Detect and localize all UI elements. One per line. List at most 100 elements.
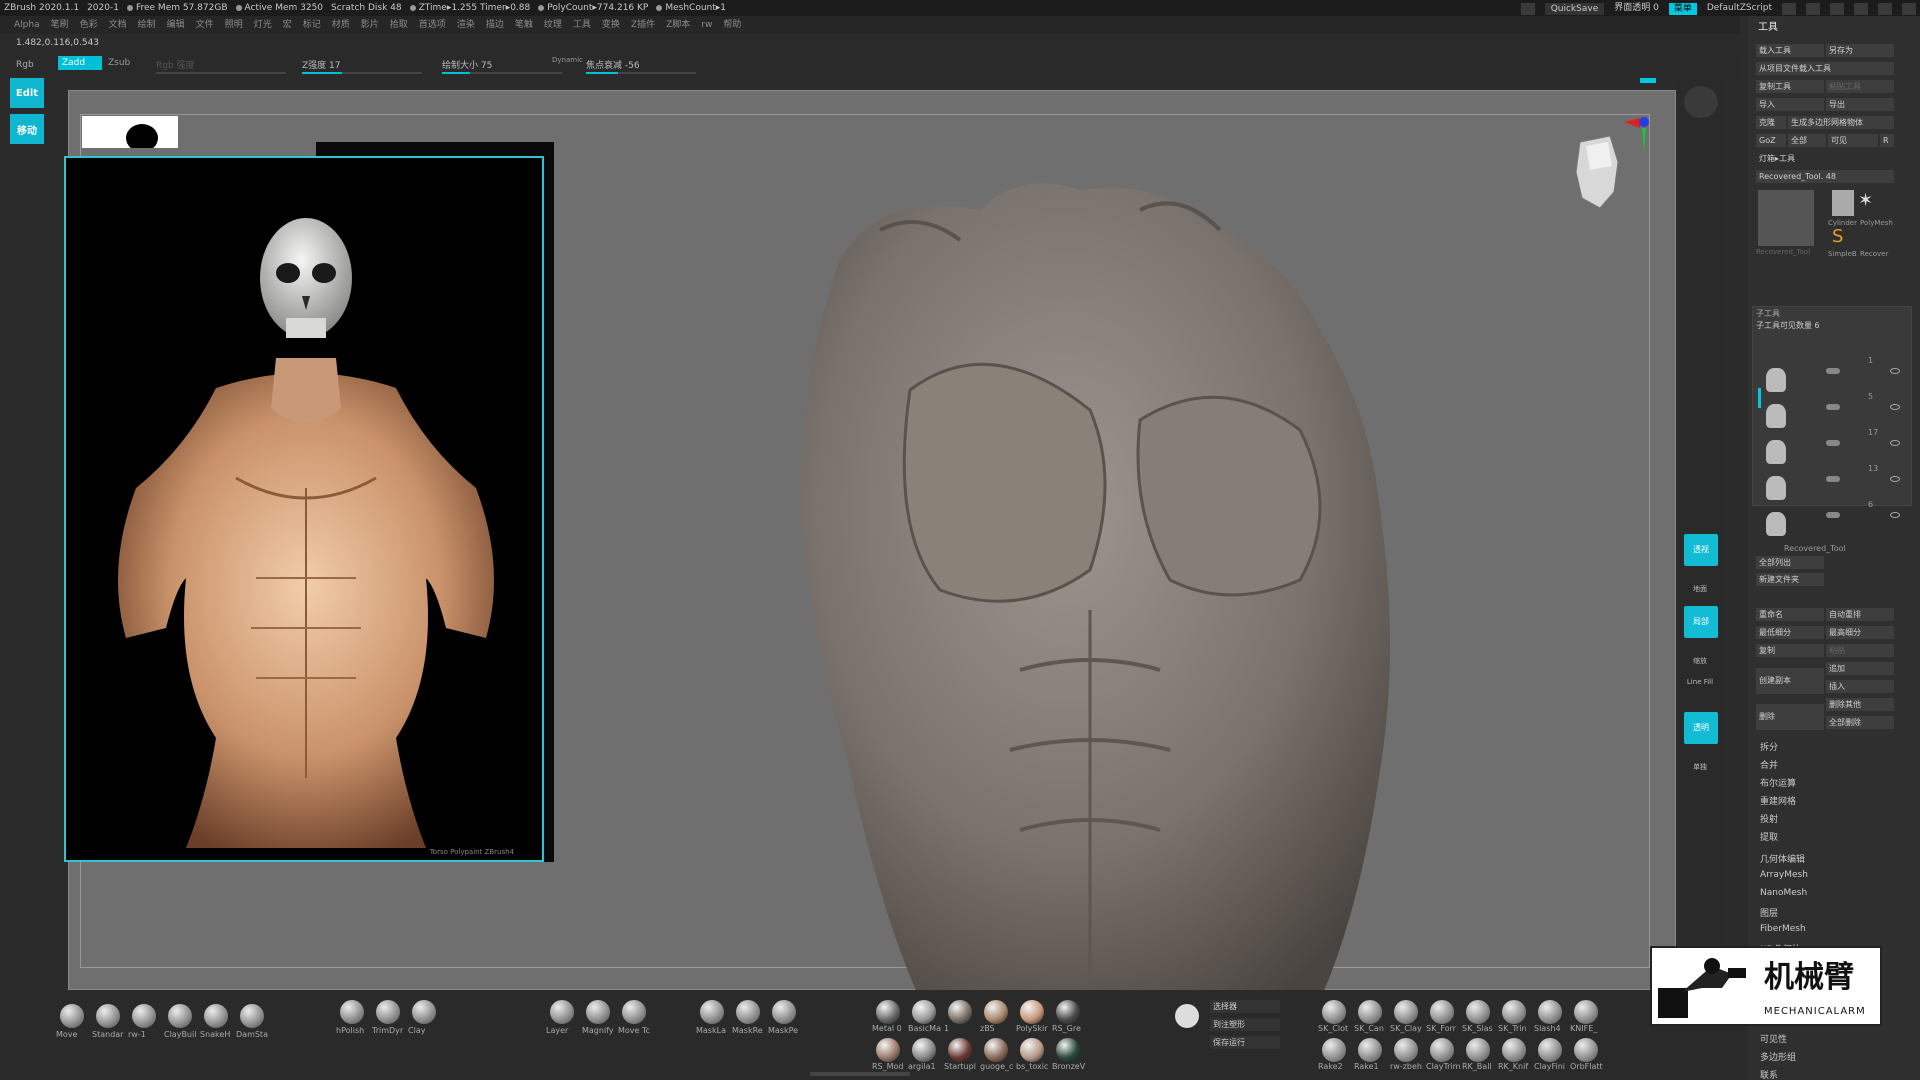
- lightbox-tools-button[interactable]: 灯箱▸工具: [1756, 152, 1894, 165]
- brush-icon[interactable]: [1394, 1000, 1418, 1024]
- brush-icon[interactable]: [1322, 1038, 1346, 1062]
- delete-other-button[interactable]: 删除其他: [1826, 698, 1894, 711]
- transparency-slider[interactable]: 界面透明 0: [1614, 0, 1659, 16]
- menu-item[interactable]: 材质: [332, 16, 350, 34]
- zsub-button[interactable]: Zsub: [108, 58, 130, 68]
- perspective-button[interactable]: 透视: [1684, 534, 1718, 566]
- export-button[interactable]: 导出: [1826, 98, 1894, 111]
- insert-button[interactable]: 插入: [1826, 680, 1894, 693]
- brush-icon[interactable]: [240, 1004, 264, 1028]
- shelf-scrollbar[interactable]: [810, 1072, 910, 1076]
- material-swatch[interactable]: [948, 1000, 972, 1024]
- eye-icon[interactable]: [1890, 476, 1900, 482]
- append-button[interactable]: 追加: [1826, 662, 1894, 675]
- brush-icon[interactable]: [736, 1000, 760, 1024]
- paste-button[interactable]: 粘贴: [1826, 644, 1894, 657]
- panel-menu-item[interactable]: ArrayMesh: [1760, 870, 1808, 880]
- transparency-button[interactable]: 透明: [1684, 712, 1718, 744]
- panel-menu-item[interactable]: 提取: [1760, 830, 1778, 843]
- rgb-toggle[interactable]: Rgb: [16, 60, 34, 70]
- brush-icon[interactable]: [1358, 1038, 1382, 1062]
- solo-button[interactable]: 单独: [1680, 762, 1720, 772]
- panel-menu-item[interactable]: 多边形组: [1760, 1050, 1796, 1063]
- paste-tool-button[interactable]: 粘贴工具: [1826, 80, 1894, 93]
- menu-item[interactable]: Alpha: [14, 16, 40, 34]
- close-icon[interactable]: [1902, 3, 1916, 15]
- linefill-button[interactable]: Line Fill: [1680, 678, 1720, 686]
- goz-r-button[interactable]: R: [1880, 134, 1894, 147]
- clone-button[interactable]: 克隆: [1756, 116, 1786, 129]
- panel-menu-item[interactable]: 布尔运算: [1760, 776, 1796, 789]
- default-zscript-button[interactable]: DefaultZScript: [1707, 0, 1772, 16]
- ac-icon[interactable]: [1520, 3, 1535, 15]
- maximize-icon[interactable]: [1878, 3, 1892, 15]
- menu-item[interactable]: 色彩: [80, 16, 98, 34]
- menu-item[interactable]: 拾取: [390, 16, 408, 34]
- brush-icon[interactable]: [132, 1004, 156, 1028]
- brush-icon[interactable]: [1322, 1000, 1346, 1024]
- current-tool-thumbnail[interactable]: [1758, 190, 1814, 246]
- material-swatch[interactable]: [1056, 1038, 1080, 1062]
- menu-item[interactable]: 渲染: [457, 16, 475, 34]
- subtool-toggle[interactable]: [1826, 476, 1840, 482]
- menu-item[interactable]: 宏: [283, 16, 292, 34]
- new-folder-button[interactable]: 新建文件夹: [1756, 573, 1824, 586]
- menu-item[interactable]: 纹理: [544, 16, 562, 34]
- brush-icon[interactable]: [1502, 1038, 1526, 1062]
- panel-menu-item[interactable]: 联系: [1760, 1068, 1778, 1080]
- shelf-option[interactable]: 到注塑形: [1210, 1018, 1280, 1031]
- copy-tool-button[interactable]: 复制工具: [1756, 80, 1824, 93]
- shelf-option[interactable]: 保存运行: [1210, 1036, 1280, 1049]
- brush-icon[interactable]: [412, 1000, 436, 1024]
- subtool-thumb[interactable]: [1766, 440, 1786, 464]
- zadd-button[interactable]: Zadd: [58, 56, 102, 70]
- menu-item[interactable]: 笔刷: [51, 16, 69, 34]
- menu-item[interactable]: rw: [701, 16, 712, 34]
- brush-icon[interactable]: [622, 1000, 646, 1024]
- menu-item[interactable]: 文档: [109, 16, 127, 34]
- panel-menu-item[interactable]: NanoMesh: [1760, 888, 1807, 898]
- menu-item[interactable]: 变换: [602, 16, 620, 34]
- load-from-project-button[interactable]: 从项目文件载入工具: [1756, 62, 1894, 75]
- menu-item[interactable]: 文件: [196, 16, 214, 34]
- all-high-button[interactable]: 最高细分: [1826, 626, 1894, 639]
- eye-icon[interactable]: [1890, 404, 1900, 410]
- layout-icon-2[interactable]: [1806, 3, 1820, 15]
- local-button[interactable]: 局部: [1684, 606, 1718, 638]
- panel-menu-item[interactable]: 几何体编辑: [1760, 852, 1805, 865]
- brush-icon[interactable]: [96, 1004, 120, 1028]
- menu-item[interactable]: 笔触: [515, 16, 533, 34]
- menu-item[interactable]: Z脚本: [666, 16, 690, 34]
- menus-button[interactable]: 菜单: [1668, 3, 1697, 15]
- subtool-thumb[interactable]: [1766, 512, 1786, 536]
- brush-icon[interactable]: [60, 1004, 84, 1028]
- material-swatch[interactable]: [876, 1038, 900, 1062]
- copy-button[interactable]: 复制: [1756, 644, 1824, 657]
- eye-icon[interactable]: [1890, 512, 1900, 518]
- shelf-option[interactable]: 选择器: [1210, 1000, 1280, 1013]
- menu-item[interactable]: 工具: [573, 16, 591, 34]
- eye-icon[interactable]: [1890, 368, 1900, 374]
- panel-menu-item[interactable]: 投射: [1760, 812, 1778, 825]
- import-button[interactable]: 导入: [1756, 98, 1824, 111]
- brush-icon[interactable]: [1358, 1000, 1382, 1024]
- dynamic-toggle[interactable]: Dynamic: [552, 56, 583, 64]
- subtool-toggle[interactable]: [1826, 512, 1840, 518]
- rgb-intensity-slider[interactable]: Rgb 强度: [156, 58, 286, 74]
- brush-icon[interactable]: [168, 1004, 192, 1028]
- subtool-toggle[interactable]: [1826, 368, 1840, 374]
- brush-icon[interactable]: [1574, 1038, 1598, 1062]
- color-picker-icon[interactable]: [1175, 1004, 1199, 1028]
- goz-visible-button[interactable]: 可见: [1828, 134, 1878, 147]
- brush-icon[interactable]: [772, 1000, 796, 1024]
- panel-menu-item[interactable]: FiberMesh: [1760, 924, 1806, 934]
- bpr-button[interactable]: [1684, 86, 1718, 118]
- simplebrush-icon[interactable]: S: [1832, 226, 1854, 250]
- material-swatch[interactable]: [912, 1000, 936, 1024]
- menu-item[interactable]: 描边: [486, 16, 504, 34]
- panel-menu-item[interactable]: 重建网格: [1760, 794, 1796, 807]
- material-swatch[interactable]: [984, 1000, 1008, 1024]
- brush-icon[interactable]: [1430, 1038, 1454, 1062]
- brush-icon[interactable]: [1538, 1000, 1562, 1024]
- brush-icon[interactable]: [376, 1000, 400, 1024]
